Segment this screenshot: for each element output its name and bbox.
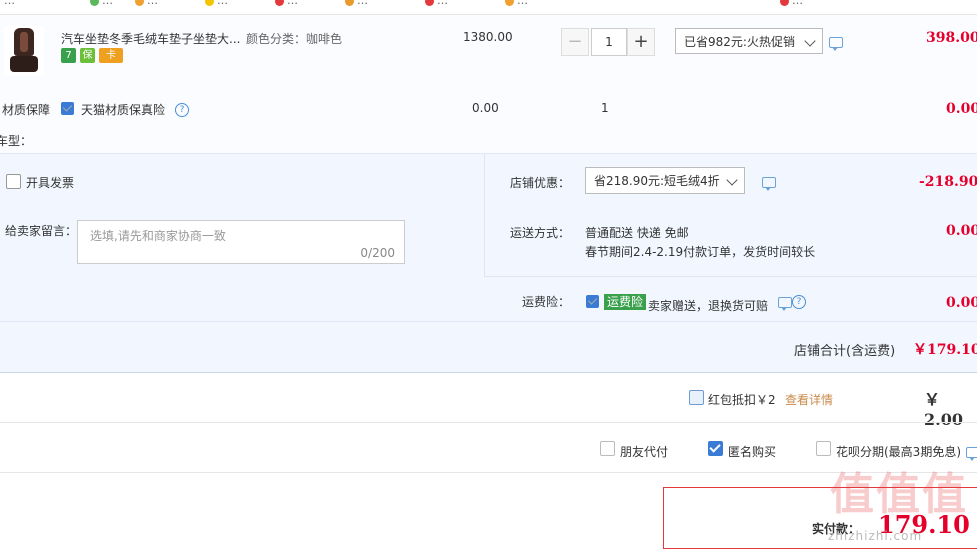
quantity-decrease-button[interactable]: − (561, 28, 589, 56)
huabei-installment-checkbox[interactable] (816, 441, 831, 456)
insurance-quantity: 1 (601, 101, 609, 115)
car-model-label: 车型： (0, 134, 33, 148)
guarantee-icon[interactable]: 保 (80, 48, 95, 63)
bookmark-item[interactable]: … (505, 0, 528, 7)
seat-cushion-image (14, 28, 34, 56)
item-promo-select-value: 已省982元:火热促销 (684, 35, 795, 49)
shop-discount-select-value: 省218.90元:短毛绒4折 (594, 174, 720, 188)
character-counter: 0/200 (360, 246, 395, 260)
help-icon[interactable]: ? (175, 103, 189, 117)
seller-message-input[interactable]: 选填,请先和商家协商一致 0/200 (77, 220, 405, 264)
bookmark-icon (345, 0, 354, 6)
seat-base-image (10, 56, 38, 72)
bookmark-icon (275, 0, 284, 6)
chat-icon[interactable] (762, 177, 776, 191)
chat-icon[interactable] (966, 447, 977, 461)
insurance-subtotal: 0.00 (946, 101, 977, 117)
shipping-note: 春节期间2.4-2.19付款订单，发货时间较长 (585, 245, 816, 259)
bookmark-icon (135, 0, 144, 6)
item-promo-select[interactable]: 已省982元:火热促销 (675, 28, 823, 54)
seller-message-placeholder: 选填,请先和商家协商一致 (90, 229, 226, 243)
bookmark-icon (205, 0, 214, 6)
panel-divider (484, 276, 977, 277)
red-packet-label: 红包抵扣￥2 (708, 393, 776, 407)
insurance-price: 0.00 (472, 101, 499, 115)
chat-icon[interactable] (778, 297, 792, 311)
invoice-label: 开具发票 (26, 176, 75, 190)
message-label: 给卖家留言： (5, 224, 78, 238)
red-packet-checkbox[interactable] (689, 390, 704, 405)
bookmark-item[interactable]: … (780, 0, 803, 7)
product-title-link[interactable]: 汽车坐垫冬季毛绒车垫子坐垫大... (61, 30, 240, 47)
insurance-checkbox[interactable] (61, 102, 74, 115)
freight-insurance-label: 运费险： (522, 295, 571, 309)
bookmark-icon (90, 0, 99, 6)
seven-day-return-icon[interactable]: 7 (61, 48, 76, 63)
insurance-label: 材质保障 (2, 103, 51, 117)
freight-insurance-amount: 0.00 (946, 295, 977, 311)
quantity-increase-button[interactable]: + (627, 28, 655, 56)
anonymous-purchase-label: 匿名购买 (728, 445, 777, 459)
item-subtotal: 398.00 (926, 30, 977, 46)
panel-divider (484, 154, 485, 276)
panel-divider (0, 321, 977, 322)
quantity-input[interactable]: 1 (591, 28, 627, 56)
anonymous-purchase-checkbox[interactable] (708, 441, 723, 456)
section-divider (0, 422, 977, 423)
shipping-method: 普通配送 快递 免邮 (585, 226, 689, 240)
help-icon[interactable]: ? (792, 295, 806, 309)
bookmark-item[interactable]: … (4, 0, 15, 7)
bookmark-bar: … … … … … … … … … (0, 0, 977, 15)
invoice-checkbox[interactable] (6, 174, 21, 189)
shop-total-label: 店铺合计(含运费) (794, 344, 896, 359)
credit-card-icon[interactable]: 卡 (99, 48, 123, 63)
shop-discount-label: 店铺优惠： (510, 176, 571, 190)
shipping-label: 运送方式： (510, 226, 571, 240)
insurance-name: 天猫材质保真险 (81, 103, 166, 117)
bookmark-item[interactable]: … (205, 0, 228, 7)
shop-discount-amount: -218.90 (919, 174, 977, 190)
shipping-amount: 0.00 (946, 223, 977, 239)
chevron-down-icon (804, 35, 816, 47)
bookmark-icon (505, 0, 514, 6)
friend-pay-checkbox[interactable] (600, 441, 615, 456)
bookmark-item[interactable]: … (275, 0, 298, 7)
freight-insurance-tag: 运费险 (604, 294, 647, 310)
bookmark-icon (780, 0, 789, 6)
red-packet-details-link[interactable]: 查看详情 (785, 391, 833, 408)
chevron-down-icon (726, 174, 738, 186)
watermark-logo: 值值值 (830, 469, 968, 520)
product-spec: 颜色分类：咖啡色 (246, 32, 343, 46)
bookmark-item[interactable]: … (90, 0, 113, 7)
unit-price: 1380.00 (463, 30, 513, 44)
friend-pay-label: 朋友代付 (620, 445, 669, 459)
bookmark-item[interactable]: … (135, 0, 158, 7)
shop-discount-select[interactable]: 省218.90元:短毛绒4折 (585, 167, 745, 194)
freight-insurance-text: 卖家赠送，退换货可赔 (648, 299, 769, 313)
freight-insurance-checkbox[interactable] (586, 295, 599, 308)
bookmark-item[interactable]: … (425, 0, 448, 7)
shop-total-value: ￥179.10 (913, 342, 977, 358)
bookmark-item[interactable]: … (345, 0, 368, 7)
bookmark-icon (425, 0, 434, 6)
watermark-url: zhizhizhi.com (828, 529, 923, 543)
chat-icon[interactable] (829, 37, 843, 51)
product-thumbnail[interactable] (4, 26, 44, 76)
